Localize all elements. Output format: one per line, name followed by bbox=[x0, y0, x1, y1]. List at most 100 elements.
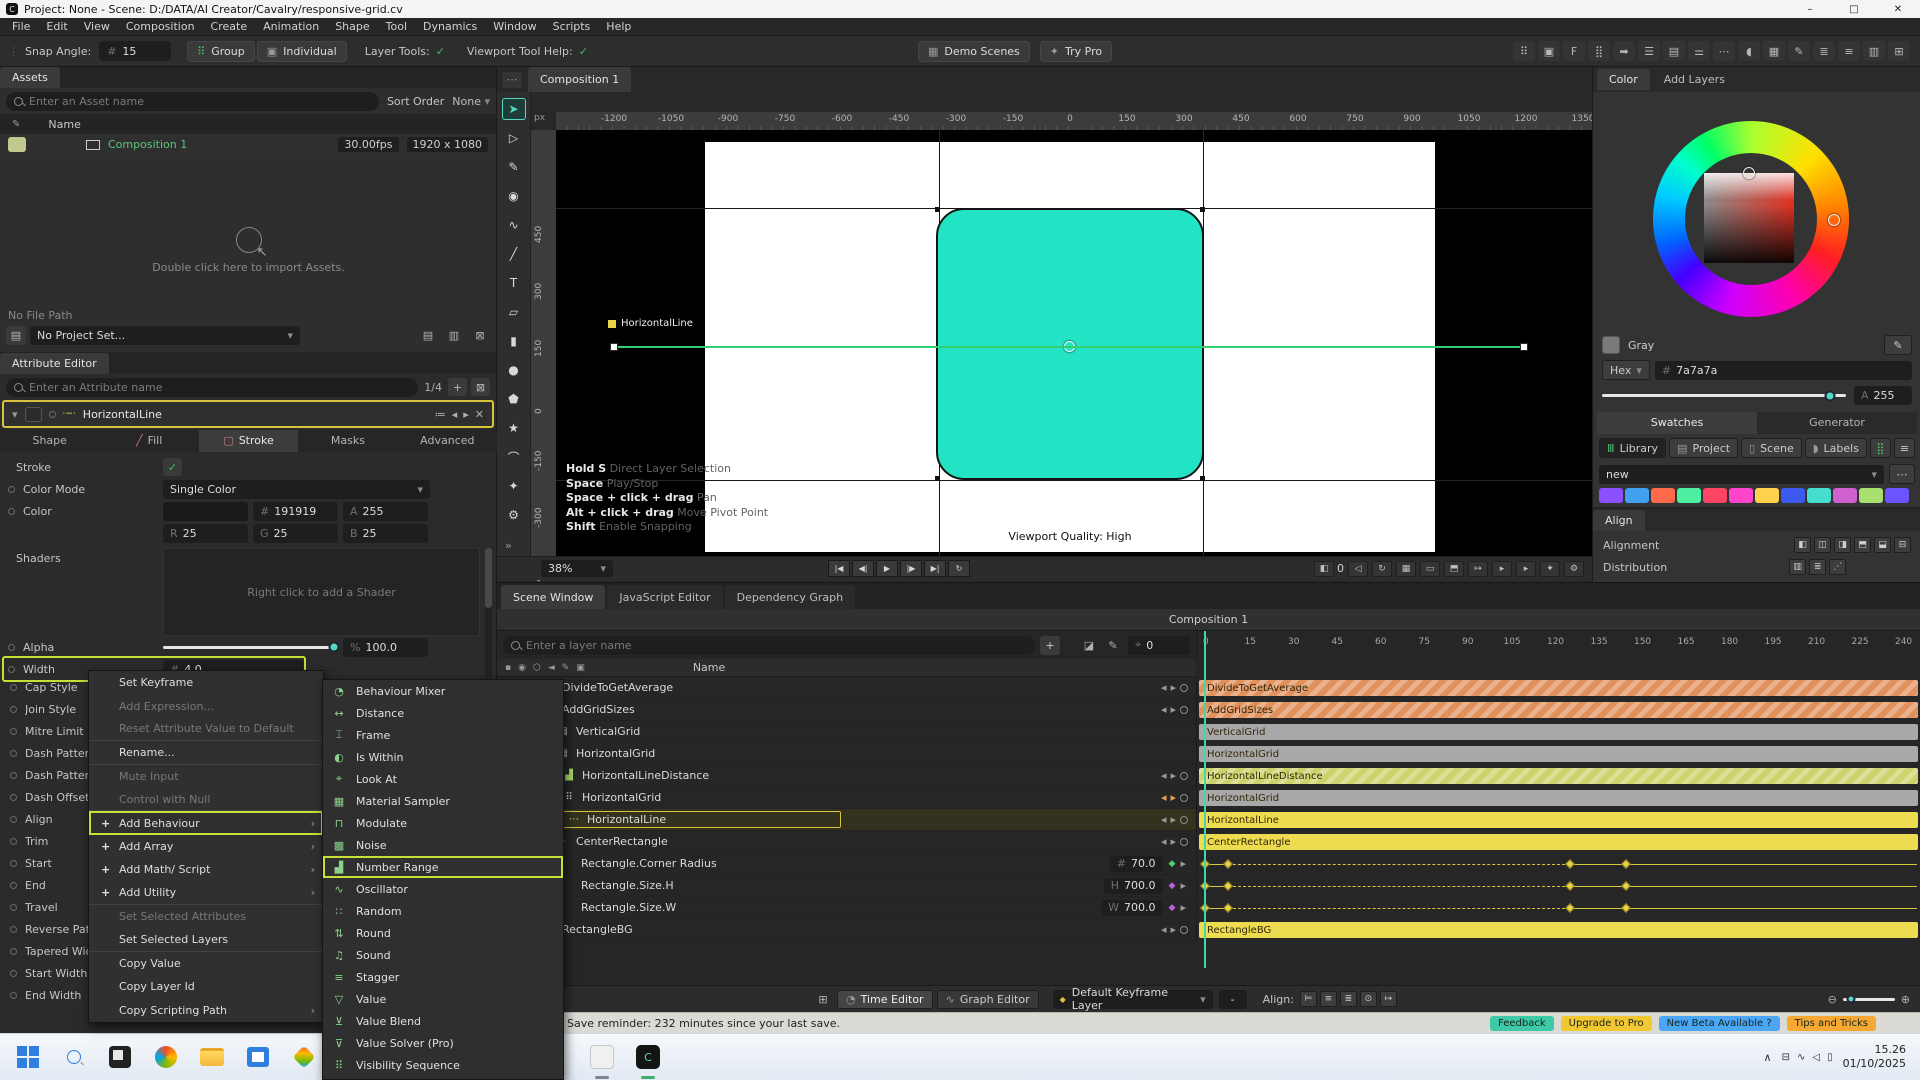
layer-row[interactable]: ◪ ▾ • CenterRectangle ◂▸ ◆▸ bbox=[497, 831, 1196, 853]
layer-row[interactable]: ◪ = AddGridSizes ◂▸ ◆▸ bbox=[497, 699, 1196, 721]
attribute-tab[interactable]: Shape bbox=[0, 430, 99, 452]
keyframe-nav[interactable]: ◂▸ bbox=[1161, 813, 1188, 826]
viewport-option-icon[interactable]: ▭ bbox=[1420, 561, 1440, 577]
track-row[interactable]: CenterRectangle bbox=[1197, 831, 1920, 853]
toolbar-icon[interactable]: ◖ bbox=[1738, 41, 1760, 61]
submenu-item[interactable]: ⊻ Value Blend bbox=[323, 1010, 563, 1032]
tab-swatches[interactable]: Swatches bbox=[1597, 412, 1757, 434]
context-menu-item[interactable]: Set Selected Attributes bbox=[89, 905, 323, 928]
alpha-value-field[interactable]: %100.0 bbox=[343, 638, 428, 657]
toolbar-icon[interactable]: F bbox=[1563, 41, 1585, 61]
attr-connector-dot[interactable] bbox=[8, 508, 15, 515]
viewport-tool[interactable]: ✎ bbox=[502, 156, 526, 178]
layer-header-icon[interactable]: ◉ bbox=[518, 663, 526, 673]
viewport-tool[interactable]: ∿ bbox=[502, 214, 526, 236]
viewport-tool[interactable]: ● bbox=[502, 359, 526, 381]
viewport-tool[interactable]: T bbox=[502, 272, 526, 294]
current-frame-field[interactable]: ⌖0 bbox=[1128, 636, 1190, 655]
library-button[interactable]: ⅢLibrary bbox=[1599, 438, 1666, 458]
color-alpha-slider[interactable] bbox=[1602, 394, 1846, 397]
track-row[interactable]: DivideToGetAverage bbox=[1197, 677, 1920, 699]
add-layer-button[interactable]: + bbox=[1040, 636, 1060, 655]
submenu-item[interactable]: ⊓ Modulate bbox=[323, 812, 563, 834]
menu-item[interactable]: View bbox=[76, 18, 118, 36]
keyframe-layer-select[interactable]: ◆ Default Keyframe Layer ▾ bbox=[1053, 990, 1213, 1009]
toolbar-icon[interactable]: ≡ bbox=[1838, 41, 1860, 61]
sv-selector[interactable] bbox=[1743, 167, 1755, 179]
status-button[interactable]: Upgrade to Pro bbox=[1561, 1016, 1652, 1031]
track-row[interactable] bbox=[1197, 875, 1920, 897]
track-row[interactable]: HorizontalLine bbox=[1197, 809, 1920, 831]
graph-editor-button[interactable]: ∿Graph Editor bbox=[937, 990, 1039, 1009]
attr-connector-dot[interactable] bbox=[8, 486, 15, 493]
context-menu-item[interactable]: Copy Layer Id bbox=[89, 975, 323, 998]
context-menu-item[interactable]: Copy Scripting Path › bbox=[89, 998, 323, 1021]
layer-header-icon[interactable]: ◄ bbox=[548, 663, 555, 673]
asset-row-composition[interactable]: Composition 1 30.00fps 1920 x 1080 bbox=[0, 134, 496, 155]
tray-icon[interactable]: ⊟ bbox=[1782, 1052, 1790, 1063]
context-menu-item[interactable]: + Add Behaviour › bbox=[89, 811, 323, 834]
layer-list-tool-icon[interactable]: ✎ bbox=[1103, 636, 1123, 655]
layer-header-action-icon[interactable]: ▸ bbox=[463, 408, 469, 421]
toolbar-icon[interactable]: ▤ bbox=[1663, 41, 1685, 61]
keyframe-diamond[interactable] bbox=[1621, 903, 1631, 913]
stroke-checkbox[interactable]: ✓ bbox=[163, 458, 182, 476]
viewport-option-icon[interactable]: ◁ bbox=[1348, 561, 1368, 577]
timeline-align-button[interactable]: ≡ bbox=[1320, 991, 1337, 1007]
keyframe-diamond[interactable] bbox=[1565, 859, 1575, 869]
toolbar-icon[interactable]: ☰ bbox=[1638, 41, 1660, 61]
layer-row[interactable]: ◪ Rectangle.Size.H H700.0 ◂▸ ◆▸ bbox=[497, 875, 1196, 897]
track-row[interactable]: VerticalGrid bbox=[1197, 721, 1920, 743]
individual-mode-button[interactable]: ▣ Individual bbox=[257, 41, 347, 62]
layer-name[interactable]: DivideToGetAverage bbox=[562, 681, 673, 694]
track-row[interactable] bbox=[1197, 853, 1920, 875]
context-menu-item[interactable]: Copy Value bbox=[89, 952, 323, 975]
tab-color[interactable]: Color bbox=[1597, 69, 1650, 90]
playhead[interactable] bbox=[1204, 631, 1206, 968]
snap-angle-input[interactable]: # 15 bbox=[99, 41, 171, 61]
layer-name[interactable]: HorizontalGrid bbox=[582, 791, 661, 804]
stroke-alpha-field[interactable]: A255 bbox=[343, 502, 428, 521]
layer-track-bar[interactable]: HorizontalLineDistance bbox=[1199, 768, 1918, 784]
viewport-option-icon[interactable]: ⬒ bbox=[1444, 561, 1464, 577]
keyframe-diamond[interactable] bbox=[1223, 903, 1233, 913]
zoom-in-icon[interactable]: ⊕ bbox=[1901, 993, 1910, 1006]
layer-name[interactable]: RectangleBG bbox=[562, 923, 633, 936]
viewport-option-icon[interactable]: ◧ bbox=[1314, 561, 1334, 577]
composition-name[interactable]: Composition 1 bbox=[108, 138, 187, 151]
viewport-more-icon[interactable]: ⋯ bbox=[502, 72, 522, 88]
layer-value-field[interactable]: H700.0 bbox=[1104, 878, 1163, 894]
minimize-button[interactable]: – bbox=[1788, 0, 1832, 18]
keyframe-nav[interactable]: ◂▸ bbox=[1161, 769, 1188, 782]
layer-track-bar[interactable]: HorizontalLine bbox=[1199, 812, 1918, 828]
layer-row[interactable]: ◪ Rectangle.Corner Radius #70.0 ◂▸ ◆▸ bbox=[497, 853, 1196, 875]
color-swatch[interactable] bbox=[1625, 488, 1649, 503]
submenu-item[interactable]: ≡ Stagger bbox=[323, 966, 563, 988]
color-swatch[interactable] bbox=[1677, 488, 1701, 503]
viewport-tool[interactable]: ╱ bbox=[502, 243, 526, 265]
keyframe-nav[interactable]: ◂▸ bbox=[1161, 791, 1188, 804]
layer-header-icon[interactable]: ✎ bbox=[562, 663, 570, 673]
keyframe-diamond[interactable] bbox=[1223, 859, 1233, 869]
layer-value-field[interactable]: W700.0 bbox=[1101, 900, 1162, 916]
hue-selector[interactable] bbox=[1828, 214, 1840, 226]
project-action-icon[interactable]: ▤ bbox=[418, 326, 438, 345]
color-swatch[interactable] bbox=[1833, 488, 1857, 503]
alignment-button[interactable]: ◧ bbox=[1794, 537, 1811, 553]
layer-name[interactable]: HorizontalLineDistance bbox=[582, 769, 709, 782]
keyframe-diamond[interactable] bbox=[1621, 859, 1631, 869]
alignment-button[interactable]: ⊟ bbox=[1894, 537, 1911, 553]
menu-item[interactable]: File bbox=[4, 18, 38, 36]
timeline-align-button[interactable]: ↦ bbox=[1380, 991, 1397, 1007]
timeline-align-button[interactable]: ⊨ bbox=[1300, 991, 1317, 1007]
ms-store-icon[interactable] bbox=[240, 1039, 276, 1075]
grid-view-button[interactable]: ⣿ bbox=[1870, 438, 1891, 458]
running-app-icon[interactable] bbox=[584, 1039, 620, 1075]
layer-row[interactable]: ◪ ▟ HorizontalLineDistance ◂▸ ◆▸ bbox=[497, 765, 1196, 787]
color-swatch[interactable] bbox=[1781, 488, 1805, 503]
layer-header-icon[interactable]: ▪ bbox=[505, 663, 511, 673]
transport-button[interactable]: |◀ bbox=[828, 560, 850, 577]
viewport-tool[interactable]: ◉ bbox=[502, 185, 526, 207]
layer-name[interactable]: HorizontalLine bbox=[587, 813, 666, 826]
layer-track-bar[interactable]: HorizontalGrid bbox=[1199, 790, 1918, 806]
